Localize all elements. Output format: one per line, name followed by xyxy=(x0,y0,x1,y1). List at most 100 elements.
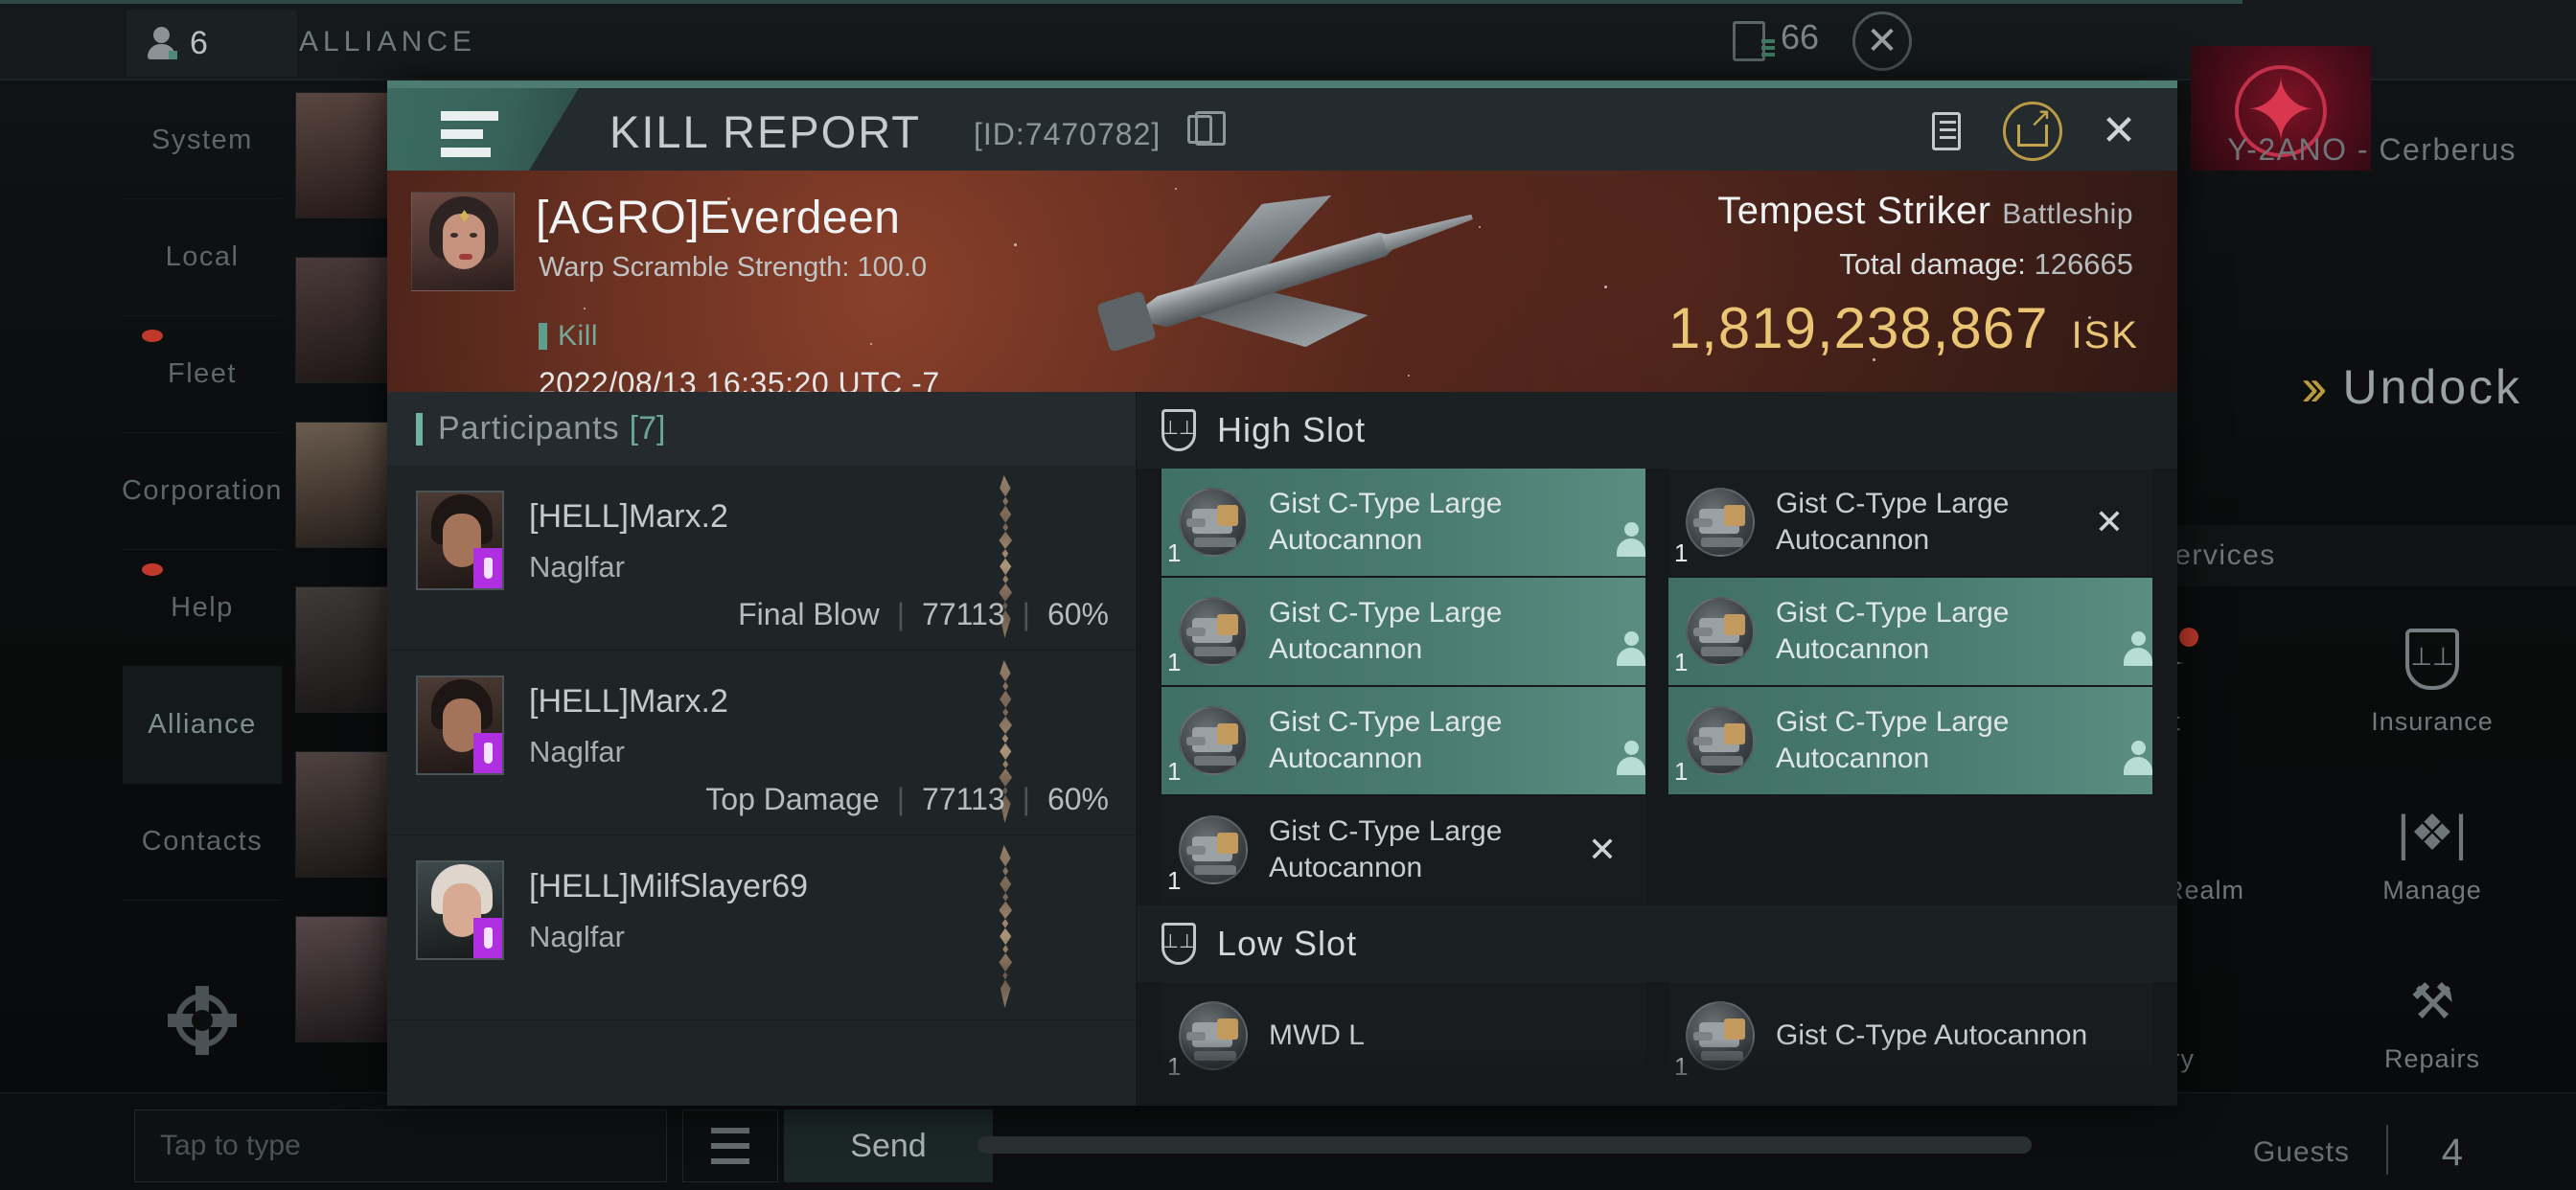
page-title: KILL REPORT xyxy=(610,106,921,157)
high-slot-header: ⊥⊥ High Slot xyxy=(1137,392,2177,469)
undock-label: Undock xyxy=(2342,360,2522,414)
victim-avatar xyxy=(411,192,515,291)
stat-damage: 77113 xyxy=(922,597,1005,631)
stat-label: Final Blow xyxy=(738,597,880,631)
autocannon-icon xyxy=(1179,597,1248,666)
service-repairs[interactable]: ⚒ Repairs xyxy=(2288,936,2576,1105)
autocannon-icon xyxy=(1179,706,1248,775)
low-slot-grid: 1 MWD L 1 Gist C-Type Autocannon xyxy=(1137,982,2177,1089)
sidebar-item-label: Help xyxy=(171,592,234,623)
participants-title: Participants xyxy=(438,410,620,446)
sidebar-item-system[interactable]: System xyxy=(123,82,282,199)
total-damage-value: 126665 xyxy=(2034,247,2133,281)
participant-stats: Final Blow | 77113 | 60% xyxy=(738,597,1109,632)
ship-fitting-icon: |❖| xyxy=(2397,805,2468,861)
service-insurance[interactable]: ⊥⊥ Insurance xyxy=(2288,599,2576,767)
participant-row[interactable]: [HELL]Marx.2 Naglfar Final Blow | 77113 … xyxy=(387,466,1136,651)
victim-name: [AGRO]Everdeen xyxy=(536,193,901,243)
divider: | xyxy=(896,597,906,631)
service-label: Repairs xyxy=(2383,1043,2481,1073)
fitting-item[interactable]: 1 Gist C-Type Large Autocannon xyxy=(1162,687,1645,794)
ship-name-value: Tempest Striker xyxy=(1717,190,1991,232)
chevron-right-icon: ›› xyxy=(2301,356,2327,417)
participant-name: [HELL]Marx.2 xyxy=(529,498,728,535)
fitting-item[interactable]: 1 Gist C-Type Autocannon xyxy=(1668,982,2152,1089)
fitting-item[interactable]: 1 Gist C-Type Large Autocannon xyxy=(1668,687,2152,794)
divider xyxy=(2386,1125,2388,1175)
kill-flag: Kill xyxy=(539,320,598,353)
stat-damage: 77113 xyxy=(922,782,1005,816)
isk-label: ISK xyxy=(2071,314,2139,356)
autocannon-icon xyxy=(1686,597,1755,666)
item-quantity: 1 xyxy=(1674,1052,1689,1081)
chat-input[interactable]: Tap to type xyxy=(134,1110,667,1182)
settings-button[interactable] xyxy=(123,977,282,1064)
ship-class: Battleship xyxy=(2002,198,2133,230)
item-name: Gist C-Type Large Autocannon xyxy=(1269,487,1503,556)
participant-row[interactable]: [HELL]MilfSlayer69 Naglfar xyxy=(387,835,1136,1020)
fitting-item[interactable]: 1 Gist C-Type Large Autocannon xyxy=(1668,578,2152,685)
autocannon-icon xyxy=(1179,488,1248,557)
chat-menu-button[interactable] xyxy=(682,1110,778,1182)
kill-flag-label: Kill xyxy=(558,320,599,352)
participants-count: [7] xyxy=(629,410,666,446)
sidebar-item-corporation[interactable]: Corporation xyxy=(122,433,282,550)
slot-shield-icon: ⊥⊥ xyxy=(1162,409,1196,451)
service-manage[interactable]: |❖| Manage xyxy=(2288,767,2576,936)
fitting-item[interactable]: 1 Gist C-Type Large Autocannon ✕ xyxy=(1668,469,2152,576)
copy-icon[interactable] xyxy=(1187,111,1226,146)
flag-marker xyxy=(539,323,547,350)
total-damage: Total damage: 126665 xyxy=(1839,247,2133,282)
undock-button[interactable]: ›› Undock xyxy=(2301,359,2522,415)
menu-button[interactable] xyxy=(387,88,579,171)
fitting-item[interactable]: 1 Gist C-Type Large Autocannon ✕ xyxy=(1162,796,1645,904)
participant-ship: Naglfar xyxy=(529,550,625,584)
avatar xyxy=(416,860,504,960)
participant-name: [HELL]MilfSlayer69 xyxy=(529,868,809,904)
participant-row[interactable]: [HELL]Marx.2 Naglfar Top Damage | 77113 … xyxy=(387,651,1136,835)
item-quantity: 1 xyxy=(1674,757,1689,786)
fitting-item[interactable]: 1 Gist C-Type Large Autocannon xyxy=(1162,578,1645,685)
fitting-item[interactable]: 1 MWD L xyxy=(1162,982,1645,1089)
item-quantity: 1 xyxy=(1167,757,1182,786)
horizontal-scrollbar[interactable] xyxy=(978,1136,2032,1154)
ship-badge-icon xyxy=(473,548,502,588)
messages-icon[interactable] xyxy=(1733,21,1775,61)
divider: | xyxy=(1022,597,1030,631)
note-icon xyxy=(1932,112,1961,150)
fitting-item-empty xyxy=(1668,796,2152,904)
module-icon xyxy=(1179,1001,1248,1070)
participant-ship: Naglfar xyxy=(529,920,625,953)
send-button[interactable]: Send xyxy=(784,1110,993,1182)
item-name: MWD L xyxy=(1269,1018,1365,1051)
close-modal-button[interactable]: ✕ xyxy=(2089,102,2149,161)
item-name: Gist C-Type Large Autocannon xyxy=(1269,596,1503,665)
service-label: Manage xyxy=(2382,875,2482,904)
high-slot-grid: 1 Gist C-Type Large Autocannon 1 Gist C-… xyxy=(1137,469,2177,904)
sidebar-item-help[interactable]: Help xyxy=(123,550,282,667)
item-name: Gist C-Type Large Autocannon xyxy=(1269,705,1503,774)
close-panel-button[interactable]: ✕ xyxy=(1852,11,1912,71)
hamburger-icon xyxy=(441,111,498,157)
guests-label: Guests xyxy=(2252,1136,2350,1168)
tools-icon: ⚒ xyxy=(2409,973,2455,1030)
sidebar-item-local[interactable]: Local xyxy=(123,199,282,316)
item-quantity: 1 xyxy=(1674,648,1689,676)
high-slot-title: High Slot xyxy=(1217,410,1367,449)
sidebar-item-alliance[interactable]: Alliance xyxy=(123,667,282,784)
divider: | xyxy=(896,782,906,816)
notes-button[interactable] xyxy=(1917,102,1976,161)
sidebar-item-label: System xyxy=(151,125,253,155)
messages-count: 66 xyxy=(1781,17,1820,57)
shield-icon: ⊥⊥ xyxy=(2405,628,2459,690)
share-button[interactable] xyxy=(2003,102,2062,161)
ship-badge-icon xyxy=(473,918,502,958)
fitting-item[interactable]: 1 Gist C-Type Large Autocannon xyxy=(1162,469,1645,576)
sidebar-item-contacts[interactable]: Contacts xyxy=(123,784,282,901)
ship-name: Tempest Striker Battleship xyxy=(1717,190,2133,233)
sidebar-item-fleet[interactable]: Fleet xyxy=(123,316,282,433)
low-slot-header: ⊥⊥ Low Slot xyxy=(1137,905,2177,982)
sidebar-item-label: Contacts xyxy=(141,826,264,857)
stat-percent: 60% xyxy=(1046,782,1109,816)
item-quantity: 1 xyxy=(1167,866,1182,895)
